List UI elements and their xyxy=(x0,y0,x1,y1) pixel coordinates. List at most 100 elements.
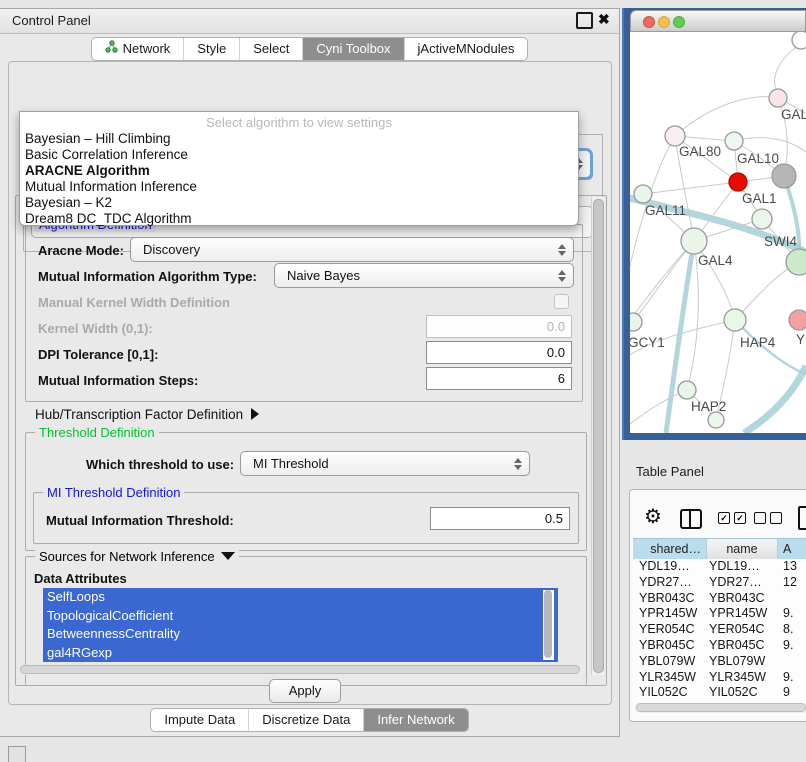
table-row[interactable]: YDR27…YDR27…12 xyxy=(633,575,806,591)
dropdown-item[interactable]: Bayesian – Hill Climbing xyxy=(20,131,578,147)
network-edge[interactable] xyxy=(643,182,738,194)
collapse-arrow-icon[interactable] xyxy=(221,552,235,560)
close-traffic-light-icon[interactable] xyxy=(643,16,655,28)
attribute-list-item[interactable]: SelfLoops xyxy=(43,588,558,607)
table-cell: YPR145W xyxy=(633,606,707,622)
network-node-hap4[interactable] xyxy=(724,309,746,331)
network-node-label: HAP4 xyxy=(740,335,776,350)
attribute-list-item[interactable]: TopologicalCoefficient xyxy=(43,607,558,626)
table-cell: 9. xyxy=(778,638,806,654)
expand-arrow-icon[interactable] xyxy=(251,408,259,420)
dropdown-item[interactable]: ARACNE Algorithm xyxy=(20,163,578,179)
tab-cyni-toolbox[interactable]: Cyni Toolbox xyxy=(303,38,404,60)
dropdown-item[interactable]: Mutual Information Inference xyxy=(20,179,578,195)
table-row[interactable]: YBL079WYBL079W xyxy=(633,654,806,670)
network-edge[interactable] xyxy=(675,97,778,136)
tab-impute-data[interactable]: Impute Data xyxy=(151,709,249,731)
table-row[interactable]: YLR345WYLR345W9. xyxy=(633,670,806,686)
manual-kernel-checkbox[interactable] xyxy=(554,294,569,309)
network-node-hap2[interactable] xyxy=(678,381,696,399)
network-node-gal4[interactable] xyxy=(681,228,707,254)
tab-infer-network[interactable]: Infer Network xyxy=(364,709,467,731)
network-edge[interactable] xyxy=(775,44,801,90)
network-edge[interactable] xyxy=(630,136,675,300)
table-row[interactable]: YIL052CYIL052C9 xyxy=(633,685,806,701)
table-cell: YDR27… xyxy=(633,575,707,591)
network-node[interactable] xyxy=(772,164,796,188)
network-node-gcy1[interactable] xyxy=(630,313,642,331)
table-row[interactable]: YBR045CYBR045C9. xyxy=(633,638,806,654)
table-row[interactable]: YDL19…YDL19…13 xyxy=(633,559,806,575)
kernel-width-field[interactable]: 0.0 xyxy=(426,315,572,338)
table-cell: YER054C xyxy=(633,622,707,638)
network-node-gal11[interactable] xyxy=(634,185,652,203)
column-header-3[interactable]: A xyxy=(778,539,806,560)
float-window-icon[interactable] xyxy=(576,12,593,29)
unchecked-pair-icon[interactable] xyxy=(754,512,782,524)
table-cell: 13 xyxy=(778,559,806,575)
table-cell: YPR145W xyxy=(707,606,778,622)
list-vertical-scrollbar[interactable] xyxy=(543,590,554,660)
aracne-mode-combo[interactable]: Discovery xyxy=(130,237,574,262)
network-node-label: GCY1 xyxy=(630,335,665,350)
scrollbar-thumb[interactable] xyxy=(636,703,806,712)
network-node-y[interactable] xyxy=(789,310,806,330)
close-window-icon[interactable]: ✖ xyxy=(598,11,610,28)
tab-discretize-data[interactable]: Discretize Data xyxy=(249,709,364,731)
network-node-gal1[interactable] xyxy=(729,173,747,191)
dpi-tolerance-field[interactable]: 0.0 xyxy=(426,341,572,364)
document-icon[interactable] xyxy=(798,506,806,530)
tab-label: Network xyxy=(123,38,171,60)
tab-network[interactable]: Network xyxy=(92,38,185,60)
table-rows: YDL19…YDL19…13YDR27…YDR27…12YBR043CYBR04… xyxy=(633,559,806,701)
mi-steps-field[interactable]: 6 xyxy=(426,367,572,390)
network-canvas[interactable]: GALGAL80GAL10GAL1GAL11GAL4SWI4GCY1HAP4YH… xyxy=(630,32,806,433)
tab-style[interactable]: Style xyxy=(184,38,240,60)
cyni-toolbox-panel: gal-filtered sif default node Select alg… xyxy=(8,61,612,705)
network-edge-highlighted[interactable] xyxy=(744,366,806,433)
network-node[interactable] xyxy=(792,32,806,49)
column-header-1[interactable]: shared… xyxy=(633,539,707,560)
table-row[interactable]: YER054CYER054C8. xyxy=(633,622,806,638)
table-panel-title: Table Panel xyxy=(636,464,704,479)
dropdown-item[interactable]: Basic Correlation Inference xyxy=(20,147,578,163)
settings-vertical-scrollbar[interactable] xyxy=(591,197,604,675)
table-horizontal-scrollbar[interactable] xyxy=(634,703,806,713)
network-edge[interactable] xyxy=(734,138,806,152)
split-columns-icon[interactable] xyxy=(680,509,702,529)
mi-algorithm-type-combo[interactable]: Naive Bayes xyxy=(274,263,574,288)
table-row[interactable]: YPR145WYPR145W9. xyxy=(633,606,806,622)
tab-label: jActiveMNodules xyxy=(418,38,515,60)
data-attributes-list[interactable]: SelfLoopsTopologicalCoefficientBetweenne… xyxy=(43,588,558,662)
settings-horizontal-scrollbar[interactable] xyxy=(19,665,585,675)
collapsed-panel-button[interactable] xyxy=(8,746,26,762)
attribute-list-item[interactable]: gal4RGexp xyxy=(43,644,558,663)
network-node-gal80[interactable] xyxy=(665,126,685,146)
table-row[interactable]: YBR043CYBR043C xyxy=(633,591,806,607)
column-header-2[interactable]: name xyxy=(707,539,778,560)
gear-icon[interactable]: ⚙ xyxy=(644,507,662,527)
apply-button[interactable]: Apply xyxy=(269,679,341,703)
mi-threshold-field[interactable]: 0.5 xyxy=(430,507,570,530)
sources-title[interactable]: Sources for Network Inference xyxy=(35,549,239,564)
tab-select[interactable]: Select xyxy=(240,38,303,60)
scrollbar-thumb[interactable] xyxy=(544,590,552,658)
minimize-traffic-light-icon[interactable] xyxy=(658,16,670,28)
tab-jactivemnodules[interactable]: jActiveMNodules xyxy=(405,38,528,60)
network-node-swi4[interactable] xyxy=(752,209,772,229)
hub-definition-section[interactable]: Hub/Transcription Factor Definition xyxy=(35,407,259,422)
scrollbar-thumb[interactable] xyxy=(20,665,580,674)
dropdown-item[interactable]: Dream8 DC_TDC Algorithm xyxy=(20,211,578,227)
network-node-gal[interactable] xyxy=(769,89,787,107)
dropdown-item[interactable]: Bayesian – K2 xyxy=(20,195,578,211)
network-edge[interactable] xyxy=(630,390,687,430)
tab-label: Discretize Data xyxy=(262,709,350,731)
network-node[interactable] xyxy=(786,249,806,275)
checked-pair-icon[interactable]: ✓✓ xyxy=(718,512,746,524)
attribute-list-item[interactable]: BetweennessCentrality xyxy=(43,625,558,644)
network-node-gal10[interactable] xyxy=(725,132,743,150)
scrollbar-thumb[interactable] xyxy=(593,199,604,673)
which-threshold-combo[interactable]: MI Threshold xyxy=(240,451,530,476)
network-node[interactable] xyxy=(708,412,724,428)
zoom-traffic-light-icon[interactable] xyxy=(673,16,685,28)
